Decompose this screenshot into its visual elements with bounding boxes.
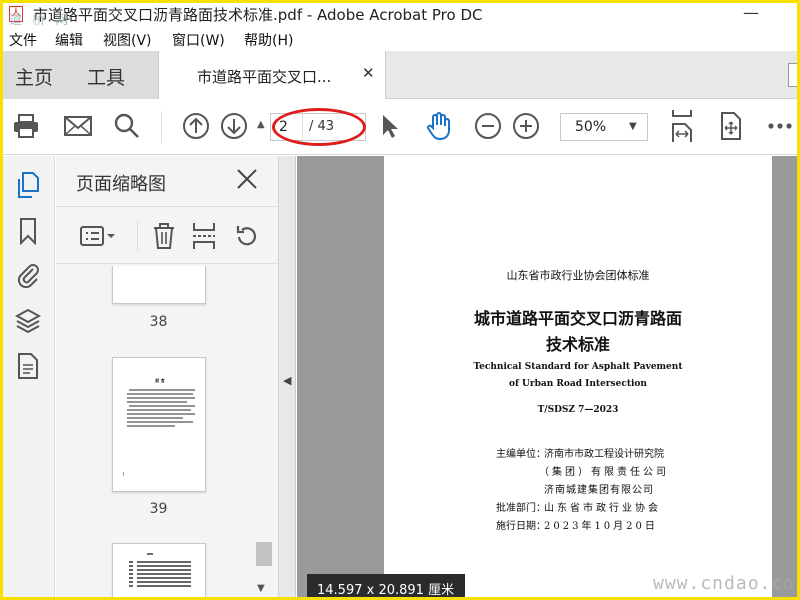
tab-close-icon[interactable]: ✕ xyxy=(362,64,375,82)
doc-english-title-line2: of Urban Road Intersection xyxy=(509,379,647,389)
credit-key: 主编单位： xyxy=(496,449,546,460)
tab-bar: 主页 工具 市道路平面交叉口... ✕ xyxy=(3,51,797,100)
tab-home[interactable]: 主页 xyxy=(15,63,53,90)
credit-value: 济南市市政工程设计研究院 xyxy=(544,449,664,460)
layers-icon[interactable] xyxy=(13,306,43,336)
panel-title: 页面缩略图 xyxy=(76,174,166,195)
credit-value: 山东省市政行业协会 xyxy=(544,503,661,514)
thumbnail-page-38[interactable] xyxy=(112,266,206,304)
toolbar-separator xyxy=(161,111,162,143)
prev-page-icon[interactable] xyxy=(181,111,211,141)
zoom-out-icon[interactable] xyxy=(473,111,503,141)
document-icon[interactable] xyxy=(13,351,43,381)
thumbnail-footer: I xyxy=(123,472,125,478)
panel-collapse-handle[interactable]: ◀ xyxy=(279,156,296,597)
pages-icon[interactable] xyxy=(13,170,43,200)
zoom-value: 50% xyxy=(575,119,607,135)
select-cursor-icon[interactable] xyxy=(375,111,405,141)
attachment-icon[interactable] xyxy=(13,260,43,290)
tab-tools[interactable]: 工具 xyxy=(87,63,125,90)
tab-document-label: 市道路平面交叉口... xyxy=(197,68,332,86)
navigation-rail xyxy=(3,156,55,597)
menu-bar: 文件 编辑 视图(V) 窗口(W) 帮助(H) xyxy=(3,27,797,51)
thumbnail-snippet-title: 前 言 xyxy=(155,378,165,383)
doc-english-title-line1: Technical Standard for Asphalt Pavement xyxy=(473,362,683,372)
menu-edit[interactable]: 编辑 xyxy=(55,30,83,50)
toolbar: / 43 50% ▼ xyxy=(3,99,797,155)
undo-icon[interactable] xyxy=(231,221,261,251)
thumbnail-page-40[interactable] xyxy=(112,543,206,597)
more-icon[interactable] xyxy=(765,111,795,141)
chevron-down-icon: ▼ xyxy=(629,121,637,132)
email-icon[interactable] xyxy=(63,111,93,141)
scroll-up-icon[interactable]: ▲ xyxy=(257,119,265,130)
scrollbar-thumb[interactable] xyxy=(256,542,272,566)
thumbnail-number: 38 xyxy=(149,314,168,330)
options-icon[interactable] xyxy=(78,221,118,251)
menu-view[interactable]: 视图(V) xyxy=(103,30,152,50)
menu-window[interactable]: 窗口(W) xyxy=(172,30,225,50)
search-icon[interactable] xyxy=(112,111,142,141)
panel-toolbar xyxy=(56,206,278,264)
watermark-bottom: www.cndao.co xyxy=(653,573,796,594)
thumbnail-page-39[interactable]: 前 言 I xyxy=(112,357,206,492)
credit-value: 2023年10月20日 xyxy=(544,521,658,532)
acrobat-window: 人 市道路平面交叉口沥青路面技术标准.pdf - Adobe Acrobat P… xyxy=(3,3,797,597)
panel-edge xyxy=(788,63,797,87)
thumbnails-list: 38 前 言 I 39 xyxy=(56,266,261,597)
credit-key: 批准部门： xyxy=(496,503,546,514)
document-viewport[interactable]: 山东省市政行业协会团体标准 城市道路平面交叉口沥青路面 技术标准 Technic… xyxy=(297,156,797,597)
pdf-page: 山东省市政行业协会团体标准 城市道路平面交叉口沥青路面 技术标准 Technic… xyxy=(384,156,772,597)
minimize-button[interactable]: — xyxy=(741,3,761,25)
bookmark-icon[interactable] xyxy=(13,216,43,246)
zoom-in-icon[interactable] xyxy=(511,111,541,141)
menu-file[interactable]: 文件 xyxy=(9,30,37,50)
doc-title-line1: 城市道路平面交叉口沥青路面 xyxy=(473,309,682,328)
thumbnail-text-lines xyxy=(127,389,195,427)
print-icon[interactable] xyxy=(11,111,41,141)
watermark-top: 道 桥 网 xyxy=(9,13,72,28)
doc-title-line2: 技术标准 xyxy=(545,335,610,354)
page-size-tooltip: 14.597 x 20.891 厘米 xyxy=(307,574,465,597)
doc-standard-code: T/SDSZ 7—2023 xyxy=(537,405,619,415)
chevron-left-icon: ◀ xyxy=(283,374,292,387)
thumbnail-text-lines xyxy=(129,553,191,587)
red-annotation-ellipse xyxy=(272,108,366,146)
scroll-mode-icon[interactable] xyxy=(667,110,697,142)
credit-value: 济南城建集团有限公司 xyxy=(544,485,654,496)
credit-key: 施行日期： xyxy=(496,521,546,532)
panel-separator xyxy=(137,221,138,251)
hand-icon[interactable] xyxy=(424,111,454,141)
scroll-down-icon[interactable]: ▼ xyxy=(257,583,265,594)
rotate-page-icon[interactable] xyxy=(716,111,746,141)
zoom-select[interactable]: 50% ▼ xyxy=(560,113,648,141)
menu-help[interactable]: 帮助(H) xyxy=(244,30,293,50)
insert-page-icon[interactable] xyxy=(189,221,219,251)
close-icon[interactable] xyxy=(234,166,260,192)
thumbnail-number: 39 xyxy=(149,501,168,517)
credit-value: （集团）有限责任公司 xyxy=(539,467,669,478)
delete-icon[interactable] xyxy=(149,221,179,251)
thumbnails-panel: 页面缩略图 38 前 言 I 39 xyxy=(56,156,279,597)
window-title: 市道路平面交叉口沥青路面技术标准.pdf - Adobe Acrobat Pro… xyxy=(33,6,483,24)
doc-organization: 山东省市政行业协会团体标准 xyxy=(506,269,650,282)
tab-document[interactable]: 市道路平面交叉口... ✕ xyxy=(158,51,386,100)
title-bar: 人 市道路平面交叉口沥青路面技术标准.pdf - Adobe Acrobat P… xyxy=(3,3,797,28)
tab-home-tools: 主页 工具 xyxy=(3,51,158,99)
next-page-icon[interactable] xyxy=(219,111,249,141)
